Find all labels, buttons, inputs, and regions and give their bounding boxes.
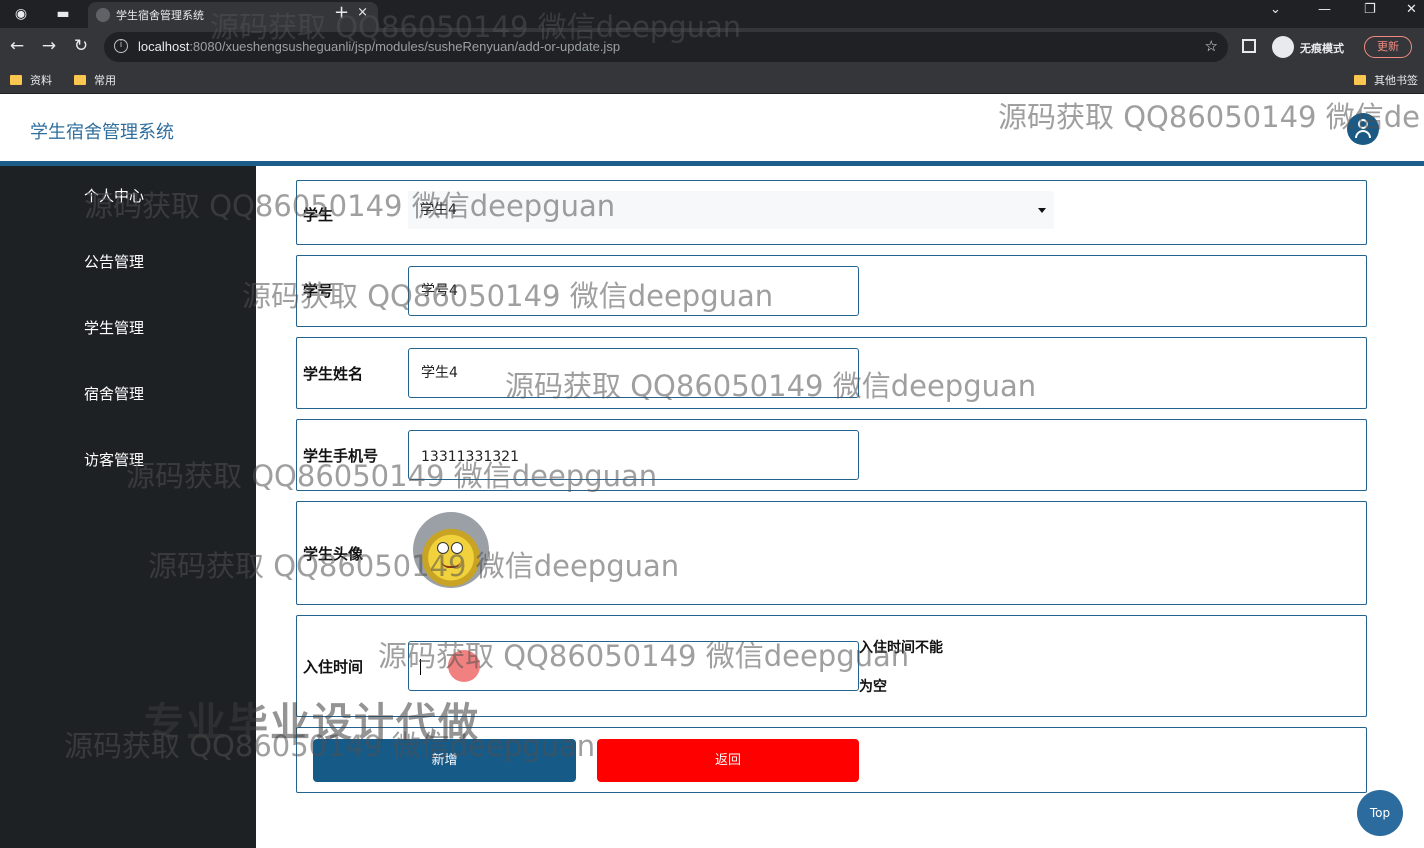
sidebar-item-dorm-management[interactable]: 宿舍管理 bbox=[84, 383, 144, 404]
other-bookmarks-folder[interactable]: 其他书签 bbox=[1354, 72, 1418, 88]
photo-label: 学生头像 bbox=[303, 545, 364, 563]
student-name-label: 学生姓名 bbox=[303, 365, 364, 383]
update-button[interactable]: 更新 bbox=[1364, 36, 1412, 58]
student-no-input[interactable]: 学号4 bbox=[408, 266, 859, 316]
checkin-error-line2: 为空 bbox=[859, 679, 887, 695]
checkin-label: 入住时间 bbox=[303, 658, 364, 676]
url-text[interactable]: localhost:8080/xueshengsusheguanli/jsp/m… bbox=[138, 39, 620, 54]
folder-icon bbox=[74, 75, 86, 85]
sidebar-item-notice-management[interactable]: 公告管理 bbox=[84, 251, 144, 272]
student-no-label: 学号 bbox=[303, 282, 334, 300]
reload-icon[interactable]: ↻ bbox=[70, 36, 92, 56]
student-select-value: 学生4 bbox=[420, 202, 457, 218]
user-icon bbox=[1358, 119, 1368, 129]
form-row-photo: 学生头像 bbox=[296, 501, 1367, 605]
sidebar-item-personal-center[interactable]: 个人中心 bbox=[84, 185, 144, 206]
app-header: 学生宿舍管理系统 bbox=[0, 94, 1424, 162]
sidebar-item-student-management[interactable]: 学生管理 bbox=[84, 317, 144, 338]
student-label: 学生 bbox=[303, 206, 334, 224]
folder-icon bbox=[10, 75, 22, 85]
back-button[interactable]: 返回 bbox=[597, 739, 859, 782]
app-title: 学生宿舍管理系统 bbox=[30, 122, 174, 143]
back-arrow-icon[interactable]: ← bbox=[6, 36, 28, 56]
address-bar[interactable]: i localhost:8080/xueshengsusheguanli/jsp… bbox=[104, 32, 1228, 62]
checkin-error-line1: 入住时间不能 bbox=[859, 640, 943, 656]
form-row-student: 学生 学生4 bbox=[296, 180, 1367, 245]
text-caret bbox=[420, 659, 421, 675]
phone-input[interactable]: 13311331321 bbox=[408, 430, 859, 480]
tab-close-icon[interactable]: × bbox=[357, 5, 368, 20]
browser-tab-bar: ◉ ▬ 学生宿舍管理系统 × + ⌄ — ❐ ✕ bbox=[0, 0, 1424, 28]
student-photo[interactable] bbox=[413, 512, 489, 588]
forward-arrow-icon[interactable]: → bbox=[38, 36, 60, 56]
sidebar-item-visitor-management[interactable]: 访客管理 bbox=[84, 449, 144, 470]
click-indicator bbox=[448, 650, 480, 682]
student-name-input[interactable]: 学生4 bbox=[408, 348, 859, 398]
tab-title: 学生宿舍管理系统 bbox=[116, 9, 204, 22]
sidebar: 个人中心 公告管理 学生管理 宿舍管理 访客管理 bbox=[0, 166, 256, 848]
bookmark-folder-changyong[interactable]: 常用 bbox=[74, 72, 116, 88]
back-to-top-button[interactable]: Top bbox=[1357, 790, 1403, 836]
minimize-window-icon[interactable]: — bbox=[1318, 2, 1331, 17]
bookmark-folder-ziliao[interactable]: 资料 bbox=[10, 72, 52, 88]
incognito-label: 无痕模式 bbox=[1300, 42, 1344, 55]
side-panel-icon[interactable] bbox=[1242, 39, 1256, 53]
restore-window-icon[interactable]: ❐ bbox=[1364, 2, 1376, 17]
main-content: 学生 学生4 学号 学号4 学生姓名 学生4 学生手机号 13311331321… bbox=[256, 166, 1424, 848]
phone-label: 学生手机号 bbox=[303, 447, 379, 465]
tab-search-icon[interactable]: ▬ bbox=[52, 4, 74, 24]
student-select[interactable]: 学生4 bbox=[408, 191, 1054, 229]
add-button[interactable]: 新增 bbox=[313, 739, 576, 782]
bookmark-star-icon[interactable]: ☆ bbox=[1205, 37, 1218, 55]
form-row-actions: 新增 返回 bbox=[296, 727, 1367, 793]
bookmarks-bar: 资料 常用 其他书签 bbox=[0, 66, 1424, 94]
form-row-phone: 学生手机号 13311331321 bbox=[296, 419, 1367, 491]
folder-icon bbox=[1354, 75, 1366, 85]
new-tab-button[interactable]: + bbox=[334, 2, 349, 23]
form-row-student-name: 学生姓名 学生4 bbox=[296, 337, 1367, 409]
user-avatar-button[interactable] bbox=[1347, 113, 1379, 145]
tab-list-chevron-icon[interactable]: ⌄ bbox=[1270, 2, 1281, 17]
close-window-icon[interactable]: ✕ bbox=[1406, 2, 1417, 17]
incognito-icon bbox=[1272, 36, 1294, 58]
browser-toolbar: ← → ↻ i localhost:8080/xueshengsusheguan… bbox=[0, 28, 1424, 66]
browser-menu-icon[interactable]: ◉ bbox=[10, 4, 32, 24]
site-info-icon[interactable]: i bbox=[114, 39, 128, 53]
form-row-student-no: 学号 学号4 bbox=[296, 255, 1367, 327]
tab-favicon-icon bbox=[96, 8, 110, 22]
incognito-indicator[interactable]: 无痕模式 bbox=[1270, 35, 1358, 59]
chevron-down-icon bbox=[1038, 208, 1046, 213]
